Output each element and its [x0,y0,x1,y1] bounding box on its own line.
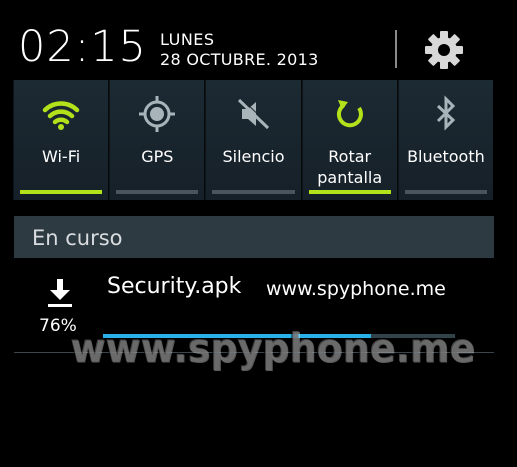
toggle-indicator-on [20,190,103,194]
toggle-label: Wi-Fi [42,147,81,166]
notification-subtitle: www.spyphone.me [266,278,446,300]
gear-icon[interactable] [422,28,466,72]
toggle-wifi[interactable]: Wi-Fi [13,80,109,200]
day-label: LUNES [160,30,215,49]
date-label: 28 OCTUBRE. 2013 [160,50,319,69]
toggle-rotate[interactable]: Rotar pantalla [301,80,397,200]
section-title: En curso [32,226,123,250]
toggle-indicator-on [308,190,391,194]
toggle-indicator-off [404,190,488,194]
bluetooth-icon [436,95,456,131]
toggle-label: GPS [141,147,174,166]
download-progress-bar [103,334,455,338]
toggle-label: Silencio [222,147,285,166]
rotate-icon [336,100,363,128]
toggle-label-line1: Rotar [328,147,372,166]
toggle-label: Rotar pantalla [303,146,397,188]
toggle-label-line2: pantalla [317,168,383,187]
toggle-indicator-off [116,190,199,194]
download-percent: 76% [39,316,77,336]
status-header: 02:15 LUNES 28 OCTUBRE. 2013 [0,0,517,78]
quick-settings-panel: Wi-Fi GPS Silencio Rotar pantalla Blueto… [13,80,494,200]
toggle-label: Bluetooth [407,147,485,166]
gps-icon [139,96,176,132]
download-progress-fill [103,334,371,338]
notification-divider [14,352,494,353]
mute-icon [237,97,270,130]
toggle-mute[interactable]: Silencio [205,80,301,200]
toggle-bluetooth[interactable]: Bluetooth [397,80,494,200]
clock: 02:15 [18,22,147,72]
notification-title: Security.apk [107,274,242,299]
wifi-icon [42,101,80,130]
section-header-ongoing: En curso [14,216,494,258]
toggle-indicator-off [212,190,295,194]
toggle-gps[interactable]: GPS [109,80,205,200]
header-divider [395,30,397,68]
download-icon [38,279,82,309]
